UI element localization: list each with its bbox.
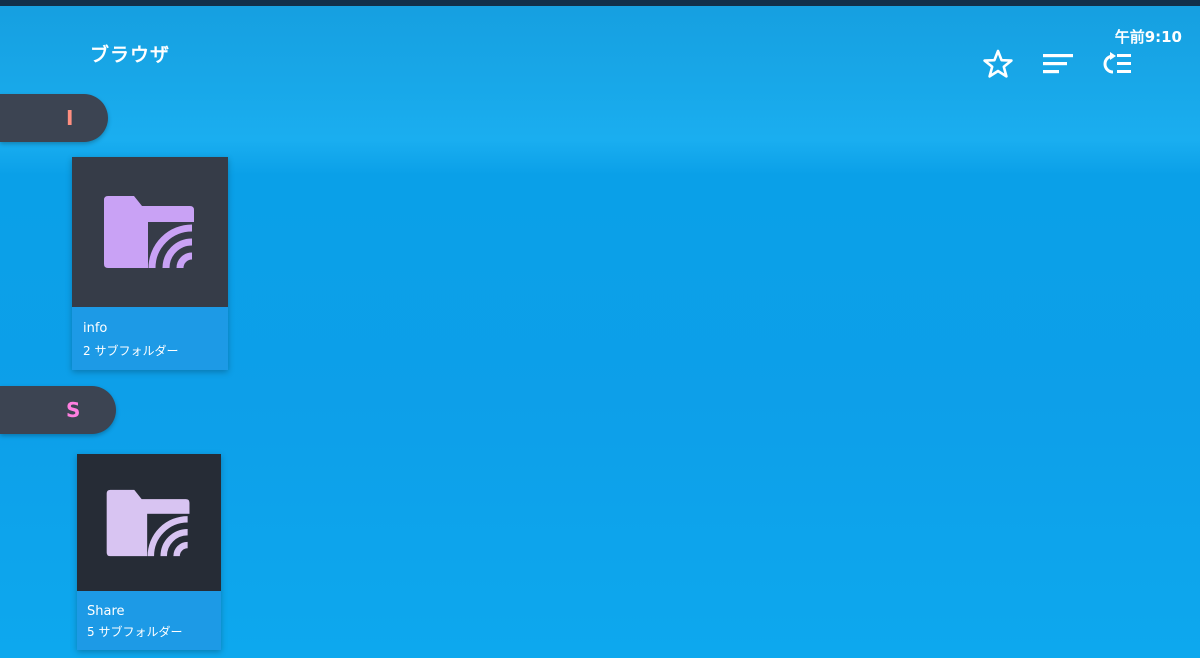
network-folder-icon bbox=[106, 489, 195, 560]
sort-button[interactable] bbox=[1040, 46, 1076, 82]
favorites-button[interactable] bbox=[980, 46, 1016, 82]
section-header-i: I bbox=[0, 94, 108, 142]
folder-info: Share 5 サブフォルダー bbox=[77, 591, 221, 650]
screen-top-border bbox=[0, 0, 1200, 6]
folder-name: Share bbox=[87, 604, 125, 619]
view-mode-button[interactable] bbox=[1100, 46, 1136, 82]
folder-thumbnail bbox=[72, 157, 228, 307]
folder-info: info 2 サブフォルダー bbox=[72, 307, 228, 370]
folder-card-info[interactable]: info 2 サブフォルダー bbox=[72, 157, 228, 370]
folder-name: info bbox=[83, 321, 108, 336]
page-title: ブラウザ bbox=[90, 44, 171, 66]
folder-card-share[interactable]: Share 5 サブフォルダー bbox=[77, 454, 221, 650]
sort-icon bbox=[1043, 54, 1073, 74]
clock: 午前9:10 bbox=[1114, 28, 1182, 46]
section-header-s: S bbox=[0, 386, 116, 434]
folder-subfolder-count: 5 サブフォルダー bbox=[87, 625, 183, 639]
network-folder-icon bbox=[104, 196, 200, 272]
list-view-icon bbox=[1103, 52, 1131, 74]
folder-subfolder-count: 2 サブフォルダー bbox=[83, 344, 179, 358]
star-icon bbox=[983, 49, 1013, 78]
section-letter: I bbox=[66, 106, 74, 130]
folder-thumbnail bbox=[77, 454, 221, 591]
section-letter: S bbox=[66, 398, 81, 422]
